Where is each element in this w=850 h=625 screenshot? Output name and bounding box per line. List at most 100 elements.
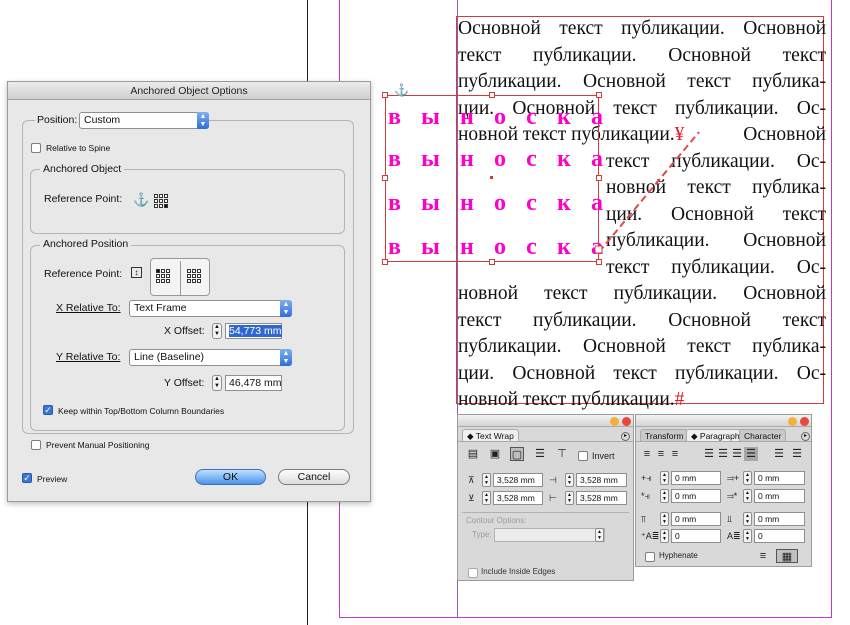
minimize-icon[interactable] — [610, 417, 619, 426]
justify-all-icon[interactable]: ☰ — [744, 447, 758, 461]
resize-handle[interactable] — [382, 92, 388, 98]
x-offset-input[interactable]: 54,773 mm — [225, 323, 282, 339]
align-away-spine-icon[interactable]: ☰ — [790, 447, 804, 461]
tab-text-wrap[interactable]: ◆ Text Wrap — [462, 429, 519, 441]
panel-menu-icon[interactable]: ▸ — [801, 432, 810, 441]
y-offset-stepper[interactable]: ▲ ▼ — [212, 375, 222, 391]
position-reference-point-icon[interactable] — [150, 258, 210, 296]
drop-cap-chars-stepper[interactable]: ▲ ▼ — [743, 529, 752, 543]
close-icon[interactable] — [800, 417, 809, 426]
margin-guide-bottom — [339, 617, 832, 618]
resize-handle[interactable] — [489, 92, 495, 98]
contour-type-arrow-icon[interactable]: ▲ ▼ — [595, 528, 604, 542]
x-relative-value: Text Frame — [134, 302, 187, 314]
first-line-indent-input[interactable]: 0 mm — [671, 489, 721, 503]
right-indent-stepper[interactable]: ▲ ▼ — [743, 471, 752, 485]
x-offset-stepper[interactable]: ▲ ▼ — [212, 323, 222, 339]
ok-button[interactable]: OK — [195, 469, 266, 485]
text-line: ции. Основной текст публикации. Ос- — [458, 362, 826, 384]
spread-icon: ↕ — [131, 267, 142, 278]
resize-handle[interactable] — [596, 92, 602, 98]
bottom-offset-icon: ⊻ — [468, 493, 475, 503]
right-indent-input[interactable]: 0 mm — [754, 471, 805, 485]
top-offset-input[interactable]: 3,528 mm — [493, 473, 543, 487]
align-baseline-grid-icon[interactable]: ▦ — [776, 549, 798, 563]
right-offset-input[interactable]: 3,528 mm — [576, 491, 627, 505]
bottom-offset-input[interactable]: 3,528 mm — [493, 491, 543, 505]
drop-cap-lines-icon: ⁺A≣ — [641, 531, 660, 541]
x-relative-select[interactable]: Text Frame ▲ ▼ — [129, 300, 292, 317]
panel-menu-icon[interactable]: ▸ — [621, 432, 630, 441]
do-not-align-grid-icon[interactable]: ≡ — [756, 549, 770, 563]
include-inside-edges-checkbox[interactable] — [468, 568, 478, 578]
cancel-button[interactable]: Cancel — [278, 469, 350, 485]
last-line-indent-icon: ⫤* — [727, 491, 738, 501]
preview-checkbox[interactable]: ✓ — [22, 473, 32, 483]
space-after-stepper[interactable]: ▲ ▼ — [743, 512, 752, 526]
anchor-icon: ⚓ — [133, 192, 150, 207]
justify-right-icon[interactable]: ☰ — [730, 447, 744, 461]
top-offset-stepper[interactable]: ▲ ▼ — [482, 473, 491, 487]
anchored-char: в — [388, 104, 401, 130]
wrap-shape-icon[interactable]: ▢ — [510, 447, 524, 461]
prevent-manual-checkbox[interactable] — [31, 440, 41, 450]
align-right-icon[interactable]: ≡ — [668, 447, 682, 461]
jump-object-icon[interactable]: ☰ — [533, 447, 547, 461]
y-relative-select[interactable]: Line (Baseline) ▲ ▼ — [129, 349, 292, 366]
tab-character[interactable]: Character — [739, 429, 787, 441]
text-line: публикации. Основной текст публика- — [458, 336, 826, 357]
justify-center-icon[interactable]: ☰ — [716, 447, 730, 461]
left-indent-stepper[interactable]: ▲ ▼ — [660, 471, 669, 485]
anchored-char: с — [526, 146, 537, 172]
hyphenate-checkbox[interactable] — [645, 552, 655, 562]
right-offset-stepper[interactable]: ▲ ▼ — [565, 491, 574, 505]
tab-transform[interactable]: Transform — [640, 429, 689, 441]
last-line-indent-stepper[interactable]: ▲ ▼ — [743, 489, 752, 503]
align-spine-icon[interactable]: ☰ — [772, 447, 786, 461]
close-icon[interactable] — [622, 417, 631, 426]
align-center-icon[interactable]: ≡ — [654, 447, 668, 461]
anchored-char: с — [526, 234, 537, 260]
invert-checkbox[interactable] — [578, 451, 588, 461]
left-offset-input[interactable]: 3,528 mm — [576, 473, 627, 487]
position-select[interactable]: Custom ▲ ▼ — [79, 112, 209, 129]
jump-next-column-icon[interactable]: ⊤ — [555, 447, 569, 461]
resize-handle[interactable] — [382, 175, 388, 181]
no-wrap-icon[interactable]: ▤ — [466, 447, 480, 461]
space-before-input[interactable]: 0 mm — [671, 512, 721, 526]
last-line-indent-input[interactable]: 0 mm — [754, 489, 805, 503]
prevent-manual-label: Prevent Manual Positioning — [46, 440, 150, 450]
bottom-offset-stepper[interactable]: ▲ ▼ — [482, 491, 491, 505]
drop-cap-chars-input[interactable]: 0 — [754, 529, 805, 543]
object-reference-point-icon[interactable] — [154, 194, 168, 208]
align-left-icon[interactable]: ≡ — [640, 447, 654, 461]
left-offset-stepper[interactable]: ▲ ▼ — [565, 473, 574, 487]
space-after-input[interactable]: 0 mm — [754, 512, 805, 526]
center-point-icon — [490, 176, 493, 179]
contour-type-select[interactable] — [494, 528, 605, 542]
justify-left-icon[interactable]: ☰ — [702, 447, 716, 461]
text-segment: Основной — [743, 124, 826, 145]
resize-handle[interactable] — [596, 259, 602, 265]
y-offset-input[interactable]: 46,478 mm — [225, 375, 282, 391]
minimize-icon[interactable] — [788, 417, 797, 426]
first-line-indent-stepper[interactable]: ▲ ▼ — [660, 489, 669, 503]
anchored-char: а — [590, 104, 603, 130]
space-before-stepper[interactable]: ▲ ▼ — [660, 512, 669, 526]
include-inside-edges-label: Include Inside Edges — [481, 567, 556, 576]
tab-paragraph[interactable]: ◆ Paragraph — [686, 429, 745, 441]
wrap-bounding-box-icon[interactable]: ▣ — [488, 447, 502, 461]
relative-to-spine-checkbox[interactable] — [31, 143, 41, 153]
resize-handle[interactable] — [382, 259, 388, 265]
text-segment: новной текст публикации. — [458, 389, 675, 410]
anchored-char: о — [494, 104, 507, 130]
keep-within-checkbox[interactable]: ✓ — [43, 405, 53, 415]
drop-cap-lines-stepper[interactable]: ▲ ▼ — [660, 529, 669, 543]
anchored-char: н — [460, 190, 474, 216]
position-label: Position: — [35, 114, 80, 126]
anchor-icon: ⚓ — [394, 83, 409, 97]
left-indent-input[interactable]: 0 mm — [671, 471, 721, 485]
anchored-char: к — [556, 104, 571, 130]
resize-handle[interactable] — [489, 259, 495, 265]
drop-cap-lines-input[interactable]: 0 — [671, 529, 721, 543]
